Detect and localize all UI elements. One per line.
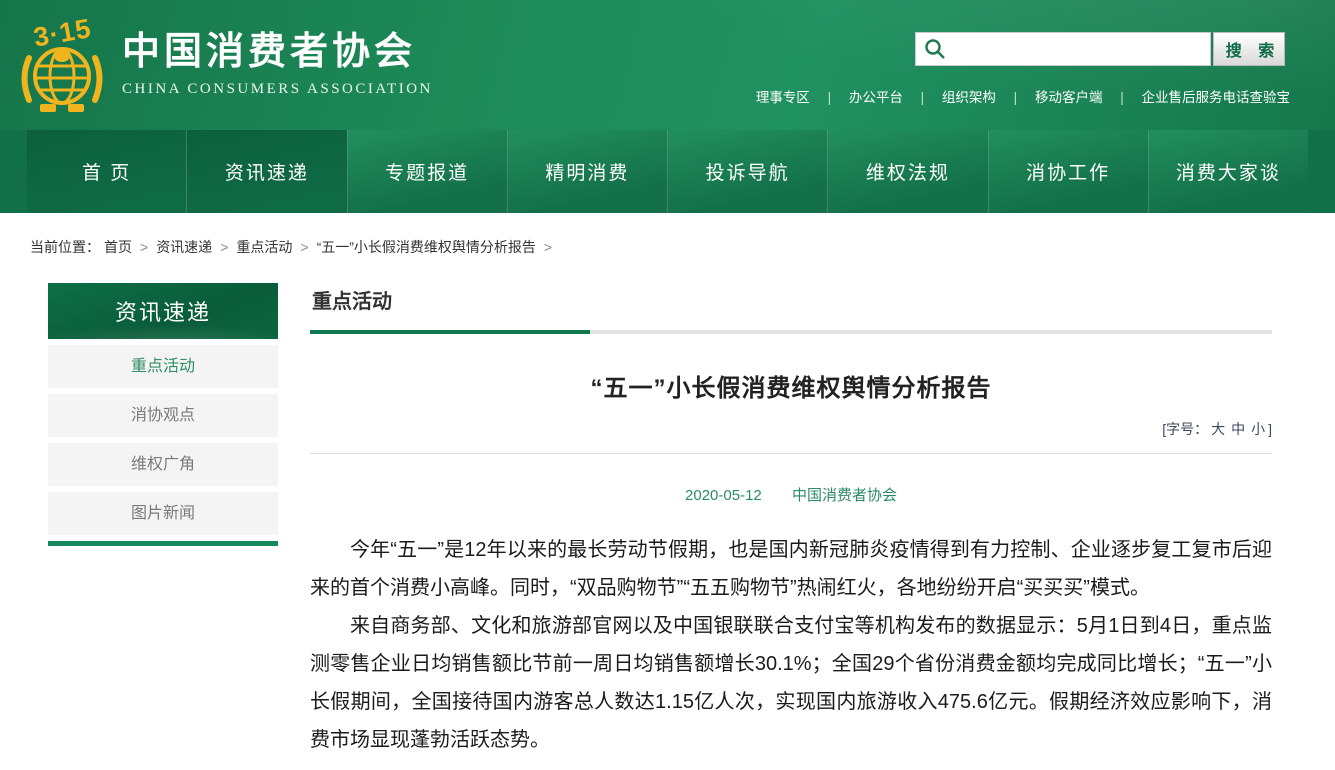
sidebar: 资讯速递 重点活动 消协观点 维权广角 图片新闻 [48, 283, 278, 546]
nav-item-label: 资讯速递 [225, 158, 309, 185]
breadcrumb-trail: 首页 > 资讯速递 > 重点活动 > “五一”小长假消费维权舆情分析报告 > [100, 239, 556, 255]
search-input[interactable] [946, 33, 1210, 65]
nav-item-label: 消费大家谈 [1176, 158, 1281, 185]
quick-link[interactable]: 企业售后服务电话查验宝 [1142, 90, 1291, 105]
breadcrumb-item[interactable]: “五一”小长假消费维权舆情分析报告 [317, 239, 536, 255]
site-subtitle: CHINA CONSUMERS ASSOCIATION [122, 81, 433, 98]
article-paragraph: 今年“五一”是12年以来的最长劳动节假期，也是国内新冠肺炎疫情得到有力控制、企业… [310, 531, 1272, 607]
nav-item[interactable]: 维权法规 [827, 130, 987, 213]
header-quick-links: 理事专区 | 办公平台 | 组织架构 | 移动客户端 | 企业售后服务电话查验宝… [756, 86, 1290, 106]
breadcrumb-separator: > [300, 239, 308, 255]
nav-item-label: 消协工作 [1026, 158, 1110, 185]
breadcrumb-item[interactable]: 重点活动 [236, 239, 292, 255]
font-size-option[interactable]: 小 [1251, 421, 1265, 437]
breadcrumb: 当前位置：首页 > 资讯速递 > 重点活动 > “五一”小长假消费维权舆情分析报告 > [0, 213, 1335, 283]
site-header: 3·15 中国消费者协会 CHINA CONSUMERS ASSOCIATION… [0, 0, 1335, 130]
quick-link-separator: | [828, 90, 832, 105]
nav-item[interactable]: 精明消费 [507, 130, 667, 213]
breadcrumb-separator: > [544, 239, 552, 255]
article-column: 重点活动 “五一”小长假消费维权舆情分析报告 [字号：大中小] 2020-05-… [310, 283, 1272, 759]
site-title: 中国消费者协会 [122, 30, 433, 76]
sidebar-item[interactable]: 消协观点 [48, 394, 278, 437]
quick-link-separator: | [921, 90, 925, 105]
quick-link[interactable]: 移动客户端 [1035, 90, 1103, 105]
quick-link-separator: | [1120, 90, 1124, 105]
site-logo-area[interactable]: 3·15 中国消费者协会 CHINA CONSUMERS ASSOCIATION [16, 12, 433, 116]
sidebar-item-label: 图片新闻 [131, 505, 195, 522]
nav-item[interactable]: 消费大家谈 [1148, 130, 1308, 213]
font-size-controls: [字号：大中小] [310, 419, 1272, 454]
sidebar-menu: 重点活动 消协观点 维权广角 图片新闻 [48, 345, 278, 535]
font-size-options: 大中小 [1208, 421, 1268, 437]
article-title: “五一”小长假消费维权舆情分析报告 [310, 368, 1272, 403]
quick-link[interactable]: 理事专区 [756, 90, 810, 105]
search-area: 搜 索 [915, 32, 1285, 66]
sidebar-item-label: 重点活动 [131, 358, 195, 375]
section-underline-accent [310, 330, 590, 334]
nav-item-label: 投诉导航 [706, 158, 790, 185]
main-navigation: 首 页 资讯速递 专题报道 精明消费 投诉导航 维权法规 消协工作 消费大家谈 [0, 130, 1335, 213]
sidebar-item-label: 消协观点 [131, 407, 195, 424]
article-source: 中国消费者协会 [792, 487, 897, 504]
font-size-suffix: ] [1268, 421, 1272, 437]
search-button[interactable]: 搜 索 [1213, 32, 1285, 66]
page-content: 资讯速递 重点活动 消协观点 维权广角 图片新闻 [0, 283, 1335, 759]
article-body: 今年“五一”是12年以来的最长劳动节假期，也是国内新冠肺炎疫情得到有力控制、企业… [310, 531, 1272, 759]
quick-link[interactable]: 办公平台 [849, 90, 903, 105]
cca-315-logo-icon: 3·15 [16, 12, 108, 116]
article-paragraph: 来自商务部、文化和旅游部官网以及中国银联联合支付宝等机构发布的数据显示：5月1日… [310, 607, 1272, 759]
nav-item-label: 精明消费 [545, 158, 629, 185]
section-title: 重点活动 [310, 283, 1272, 330]
nav-item-label: 维权法规 [866, 158, 950, 185]
nav-item-label: 专题报道 [385, 158, 469, 185]
nav-item[interactable]: 专题报道 [347, 130, 507, 213]
sidebar-item[interactable]: 维权广角 [48, 443, 278, 486]
section-underline [310, 330, 1272, 334]
nav-item[interactable]: 消协工作 [988, 130, 1148, 213]
nav-item-label: 首 页 [82, 158, 131, 185]
breadcrumb-label: 当前位置： [30, 239, 100, 255]
svg-text:3·15: 3·15 [31, 13, 93, 53]
sidebar-title: 资讯速递 [48, 283, 278, 339]
font-size-option[interactable]: 中 [1231, 421, 1245, 437]
article-meta: 2020-05-12 中国消费者协会 [310, 484, 1272, 505]
breadcrumb-separator: > [220, 239, 228, 255]
sidebar-item[interactable]: 图片新闻 [48, 492, 278, 535]
search-icon [924, 38, 946, 60]
article-date: 2020-05-12 [685, 487, 762, 504]
breadcrumb-item[interactable]: 首页 [104, 239, 132, 255]
breadcrumb-item[interactable]: 资讯速递 [156, 239, 212, 255]
quick-link-separator: | [1014, 90, 1018, 105]
font-size-option[interactable]: 大 [1211, 421, 1225, 437]
quick-link[interactable]: 组织架构 [942, 90, 996, 105]
font-size-prefix: [字号： [1162, 421, 1208, 437]
sidebar-item-label: 维权广角 [131, 456, 195, 473]
nav-item[interactable]: 首 页 [27, 130, 186, 213]
sidebar-footer-bar [48, 541, 278, 546]
nav-item[interactable]: 投诉导航 [667, 130, 827, 213]
sidebar-item[interactable]: 重点活动 [48, 345, 278, 388]
nav-item[interactable]: 资讯速递 [186, 130, 346, 213]
breadcrumb-separator: > [140, 239, 148, 255]
